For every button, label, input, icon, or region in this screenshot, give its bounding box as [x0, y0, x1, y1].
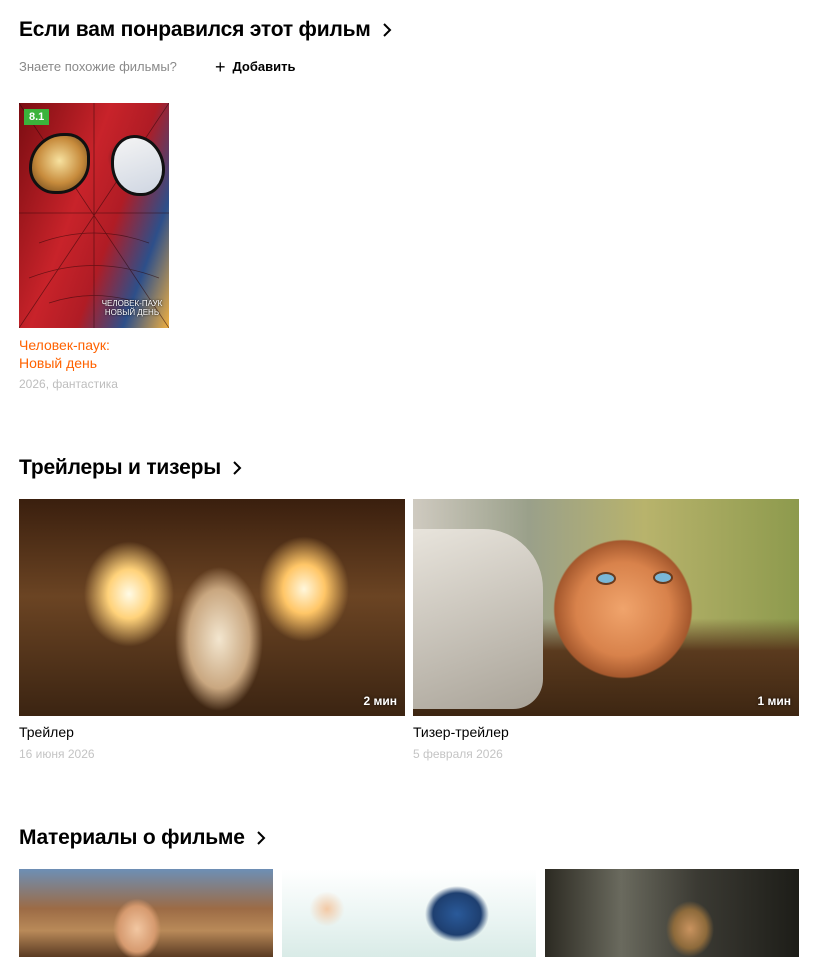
trailer-title[interactable]: Трейлер [19, 724, 74, 740]
trailer-thumbnail[interactable]: 2 мин [19, 499, 405, 716]
material-card[interactable] [545, 869, 799, 957]
trailers-section-title[interactable]: Трейлеры и тизеры [19, 456, 245, 480]
chevron-right-icon [253, 830, 269, 846]
poster-title-art: ЧЕЛОВЕК-ПАУК НОВЫЙ ДЕНЬ [101, 298, 163, 318]
material-card[interactable] [19, 869, 273, 957]
add-similar-button[interactable]: + Добавить [215, 56, 296, 77]
movie-title-link[interactable]: Человек-паук: Новый день [19, 336, 169, 372]
duration-badge: 1 мин [757, 694, 791, 708]
similar-section-title-text: Если вам понравился этот фильм [19, 18, 371, 41]
movie-meta: 2026, фантастика [19, 377, 118, 391]
movie-poster[interactable]: ЧЕЛОВЕК-ПАУК НОВЫЙ ДЕНЬ 8.1 [19, 103, 169, 328]
character-eye-left [596, 572, 616, 585]
character-eye-right [653, 571, 673, 584]
chevron-right-icon [379, 22, 395, 38]
rating-badge: 8.1 [24, 109, 50, 125]
materials-section-title-text: Материалы о фильме [19, 826, 245, 849]
add-similar-label: Добавить [232, 59, 296, 74]
similar-subtitle: Знаете похожие фильмы? [19, 59, 177, 74]
plus-icon: + [215, 56, 226, 77]
teaser-thumbnail[interactable]: 1 мин [413, 499, 799, 716]
trailer-date: 16 июня 2026 [19, 747, 95, 761]
similar-section-title[interactable]: Если вам понравился этот фильм [19, 18, 395, 42]
duration-badge: 2 мин [363, 694, 397, 708]
materials-section-title[interactable]: Материалы о фильме [19, 826, 269, 850]
material-card[interactable] [282, 869, 536, 957]
trailers-section-title-text: Трейлеры и тизеры [19, 456, 221, 479]
teaser-date: 5 февраля 2026 [413, 747, 503, 761]
teaser-title[interactable]: Тизер-трейлер [413, 724, 509, 740]
spider-web-pattern [19, 103, 169, 328]
chevron-right-icon [229, 460, 245, 476]
sack-shape [413, 529, 543, 709]
